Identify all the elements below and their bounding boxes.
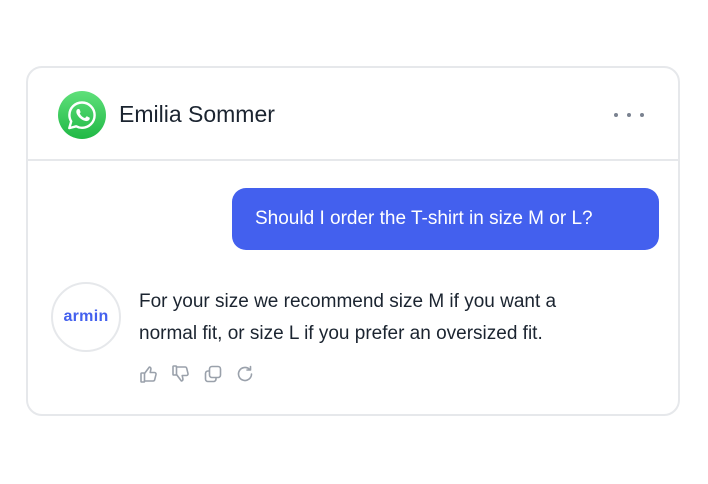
avatar-label: armin xyxy=(63,308,109,325)
thumbs-down-icon[interactable] xyxy=(171,364,191,384)
whatsapp-icon xyxy=(58,91,106,139)
bot-message: For your size we recommend size M if you… xyxy=(139,286,639,350)
bot-message-line: For your size we recommend size M if you… xyxy=(139,291,557,312)
contact-name: Emilia Sommer xyxy=(119,101,275,127)
more-horizontal-icon xyxy=(627,113,631,117)
chat-header: Emilia Sommer xyxy=(28,68,678,161)
message-actions xyxy=(139,364,255,384)
bot-avatar: armin xyxy=(51,282,121,352)
bot-message-line: normal fit, or size L if you prefer an o… xyxy=(139,323,543,344)
more-horizontal-icon xyxy=(640,113,644,117)
user-message-bubble: Should I order the T-shirt in size M or … xyxy=(232,188,659,250)
thumbs-up-icon[interactable] xyxy=(139,364,159,384)
more-horizontal-icon xyxy=(614,113,618,117)
copy-icon[interactable] xyxy=(203,364,223,384)
regenerate-icon[interactable] xyxy=(235,364,255,384)
chat-card: Emilia Sommer Should I order the T-shirt… xyxy=(26,66,680,416)
more-options-button[interactable] xyxy=(614,106,644,124)
